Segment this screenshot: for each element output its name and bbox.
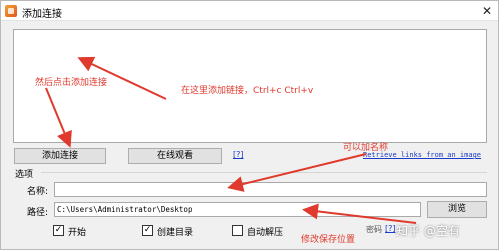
add-connection-dialog: 添加连接 ✕ 添加连接 在线观看 [?] Retrieve links from… <box>0 0 499 250</box>
help-link[interactable]: [?] <box>233 150 244 159</box>
help-link[interactable]: [?] <box>385 224 396 233</box>
add-link-button[interactable]: 添加连接 <box>14 148 106 164</box>
checkbox-label: 自动解压 <box>247 228 284 238</box>
name-label: 名称: <box>27 187 49 197</box>
path-label: 路径: <box>27 208 49 218</box>
annotation-click-add: 然后点击添加连接 <box>35 78 108 88</box>
title-bar: 添加连接 ✕ <box>1 1 498 21</box>
annotation-add-name: 可以加名称 <box>343 143 389 153</box>
close-icon[interactable]: ✕ <box>480 4 494 18</box>
app-icon <box>5 5 17 17</box>
options-divider <box>41 172 487 173</box>
annotation-paste-here: 在这里添加链接，Ctrl+c Ctrl+v <box>181 86 314 96</box>
checkbox-box[interactable] <box>232 225 243 236</box>
checkbox-box[interactable]: ✓ <box>142 225 153 236</box>
options-group-label: 选项 <box>15 170 34 180</box>
window-title: 添加连接 <box>22 9 62 20</box>
name-input[interactable] <box>54 182 487 197</box>
watch-online-button[interactable]: 在线观看 <box>128 148 222 164</box>
checkbox-label: 创建目录 <box>157 228 194 238</box>
password-label: 密码 <box>366 225 382 234</box>
browse-button[interactable]: 浏览 <box>427 201 487 218</box>
checkbox-box[interactable]: ✓ <box>53 225 64 236</box>
annotation-change-path: 修改保存位置 <box>301 235 356 245</box>
checkbox-label: 开始 <box>68 228 87 238</box>
path-input[interactable]: C:\Users\Administrator\Desktop <box>54 202 421 217</box>
watermark: 知乎 @空有 <box>396 224 460 238</box>
